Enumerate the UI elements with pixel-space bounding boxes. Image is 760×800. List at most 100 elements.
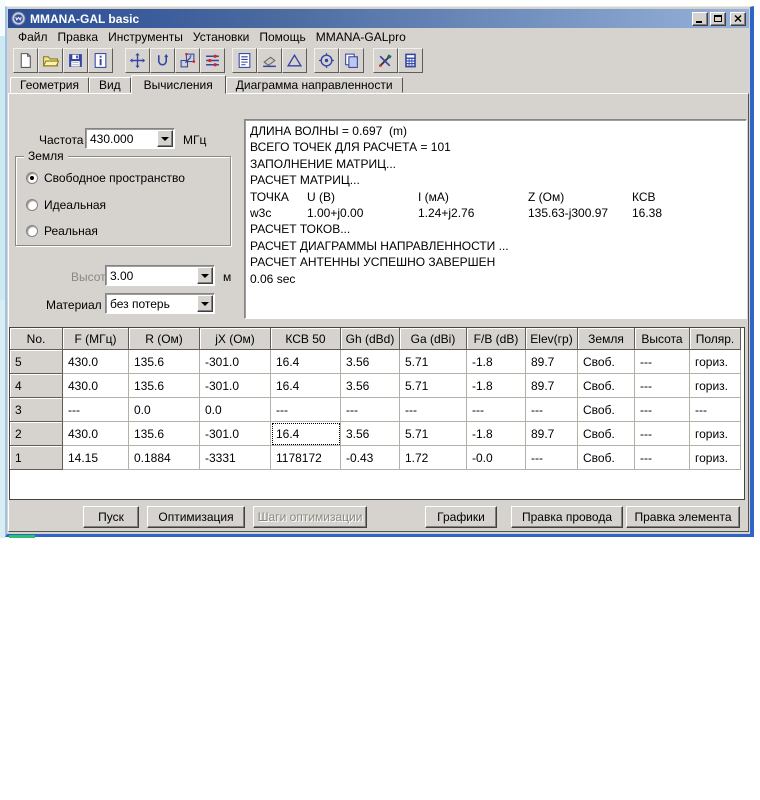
radio-free-space[interactable]: Свободное пространство	[26, 171, 185, 185]
rotate-view-button[interactable]	[150, 48, 175, 73]
table-cell[interactable]: 5.71	[400, 350, 467, 374]
close-button[interactable]	[730, 12, 746, 26]
table-cell[interactable]: -1.8	[467, 422, 526, 446]
menu-setup[interactable]: Установки	[189, 30, 253, 44]
table-cell[interactable]: ---	[341, 398, 400, 422]
copy-view-button[interactable]	[339, 48, 364, 73]
table-cell[interactable]: ---	[271, 398, 341, 422]
table-cell[interactable]: -1.8	[467, 374, 526, 398]
center-view-button[interactable]	[314, 48, 339, 73]
table-cell[interactable]: 135.6	[129, 374, 200, 398]
material-dropdown-button[interactable]	[197, 295, 213, 312]
plots-button[interactable]: Графики	[425, 506, 497, 528]
setup-tools-button[interactable]	[373, 48, 398, 73]
wire-list-button[interactable]	[232, 48, 257, 73]
save-file-button[interactable]	[63, 48, 88, 73]
frequency-combobox[interactable]: 430.000	[85, 128, 175, 149]
row-header-cell[interactable]: 5	[10, 350, 63, 374]
new-file-button[interactable]	[13, 48, 38, 73]
titlebar[interactable]: MMANA-GAL basic	[8, 9, 749, 28]
menu-tools[interactable]: Инструменты	[104, 30, 187, 44]
table-cell[interactable]: Своб.	[578, 374, 635, 398]
table-cell[interactable]: ---	[690, 398, 741, 422]
calculator-button[interactable]	[398, 48, 423, 73]
tab-view[interactable]: Вид	[89, 77, 131, 93]
output-log[interactable]: ДЛИНА ВОЛНЫ = 0.697 (m)ВСЕГО ТОЧЕК ДЛЯ Р…	[244, 119, 747, 319]
table-cell[interactable]: ---	[400, 398, 467, 422]
edit-wire-button[interactable]: Правка провода	[511, 506, 623, 528]
table-cell[interactable]: 89.7	[526, 350, 578, 374]
table-cell[interactable]: 135.6	[129, 350, 200, 374]
table-cell[interactable]: -301.0	[200, 422, 271, 446]
table-cell[interactable]: Своб.	[578, 422, 635, 446]
table-cell[interactable]: 3.56	[341, 350, 400, 374]
table-cell[interactable]: 3.56	[341, 422, 400, 446]
frequency-dropdown-button[interactable]	[157, 130, 173, 147]
table-cell[interactable]: -0.43	[341, 446, 400, 470]
table-cell[interactable]: -1.8	[467, 350, 526, 374]
table-cell[interactable]: гориз.	[690, 374, 741, 398]
move-view-button[interactable]	[125, 48, 150, 73]
start-button[interactable]: Пуск	[83, 506, 139, 528]
tab-geometry[interactable]: Геометрия	[10, 77, 89, 93]
file-info-button[interactable]	[88, 48, 113, 73]
results-table[interactable]: No.F (МГц)R (Ом)jX (Ом)КСВ 50Gh (dBd)Ga …	[9, 327, 745, 500]
open-file-button[interactable]	[38, 48, 63, 73]
radio-perfect-ground[interactable]: Идеальная	[26, 198, 106, 212]
optimization-button[interactable]: Оптимизация	[147, 506, 245, 528]
table-cell[interactable]: -301.0	[200, 350, 271, 374]
row-header-cell[interactable]: 3	[10, 398, 63, 422]
table-cell[interactable]: ---	[467, 398, 526, 422]
table-cell[interactable]: 0.1884	[129, 446, 200, 470]
table-cell[interactable]: ---	[635, 350, 690, 374]
menu-file[interactable]: Файл	[14, 30, 52, 44]
radio-real-ground[interactable]: Реальная	[26, 224, 98, 238]
table-cell[interactable]: 1178172	[271, 446, 341, 470]
row-header-cell[interactable]: 4	[10, 374, 63, 398]
tab-far-field-plot[interactable]: Диаграмма направленности	[226, 77, 403, 93]
table-cell[interactable]: Своб.	[578, 398, 635, 422]
menu-mmana-galpro[interactable]: MMANA-GALpro	[312, 30, 410, 44]
table-cell[interactable]: -3331	[200, 446, 271, 470]
table-cell[interactable]: 430.0	[63, 422, 129, 446]
tab-calculations[interactable]: Вычисления	[131, 75, 226, 94]
table-cell[interactable]: 0.0	[129, 398, 200, 422]
app-icon[interactable]	[11, 11, 26, 26]
table-cell[interactable]: 5.71	[400, 374, 467, 398]
maximize-button[interactable]	[710, 12, 726, 26]
table-cell[interactable]: ---	[635, 398, 690, 422]
table-cell[interactable]: гориз.	[690, 446, 741, 470]
scale-wire-button[interactable]	[175, 48, 200, 73]
table-cell[interactable]: ---	[635, 374, 690, 398]
element-settings-button[interactable]	[200, 48, 225, 73]
height-dropdown-button[interactable]	[197, 267, 213, 284]
minimize-button[interactable]	[692, 12, 708, 26]
table-cell[interactable]: -301.0	[200, 374, 271, 398]
table-cell[interactable]: 5.71	[400, 422, 467, 446]
menu-edit[interactable]: Правка	[54, 30, 103, 44]
wire-eraser-button[interactable]	[257, 48, 282, 73]
table-cell[interactable]: -0.0	[467, 446, 526, 470]
table-cell[interactable]: гориз.	[690, 350, 741, 374]
table-cell[interactable]: ---	[526, 446, 578, 470]
table-cell[interactable]: 430.0	[63, 350, 129, 374]
height-combobox[interactable]: 3.00	[105, 265, 215, 286]
table-cell[interactable]: 16.4	[271, 422, 341, 446]
material-combobox[interactable]: без потерь	[105, 293, 215, 314]
table-cell[interactable]: 430.0	[63, 374, 129, 398]
triangle-button[interactable]	[282, 48, 307, 73]
table-cell[interactable]: Своб.	[578, 350, 635, 374]
table-cell[interactable]: 0.0	[200, 398, 271, 422]
table-cell[interactable]: Своб.	[578, 446, 635, 470]
table-cell[interactable]: ---	[526, 398, 578, 422]
menu-help[interactable]: Помощь	[255, 30, 309, 44]
table-cell[interactable]: ---	[635, 422, 690, 446]
table-cell[interactable]: 3.56	[341, 374, 400, 398]
edit-element-button[interactable]: Правка элемента	[626, 506, 740, 528]
table-cell[interactable]: 1.72	[400, 446, 467, 470]
table-cell[interactable]: ---	[63, 398, 129, 422]
row-header-cell[interactable]: 1	[10, 446, 63, 470]
row-header-cell[interactable]: 2	[10, 422, 63, 446]
table-cell[interactable]: гориз.	[690, 422, 741, 446]
table-cell[interactable]: ---	[635, 446, 690, 470]
